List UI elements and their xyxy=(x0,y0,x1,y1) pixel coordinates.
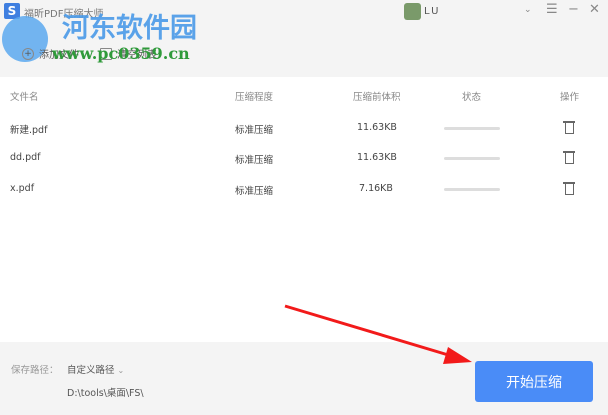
annotation-arrow xyxy=(284,304,472,364)
